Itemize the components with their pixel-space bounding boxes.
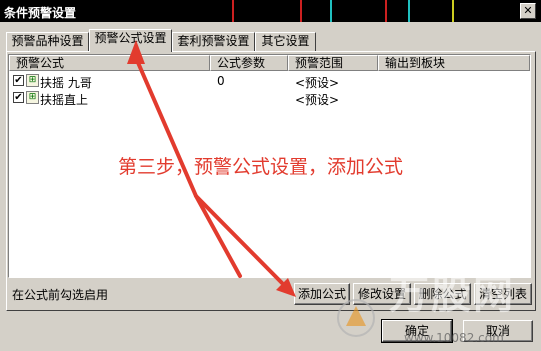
- watermark-brand: 万股网: [389, 272, 515, 318]
- chart-bar-deco: [408, 0, 410, 22]
- column-header-output-block[interactable]: 输出到板块: [378, 55, 530, 71]
- formula-param: 0: [217, 74, 225, 88]
- annotation-text: 第三步，预警公式设置，添加公式: [118, 156, 404, 178]
- tab-other-settings[interactable]: 其它设置: [255, 32, 316, 51]
- enable-checkbox[interactable]: ✔: [13, 92, 24, 103]
- tab-label: 预警公式设置: [94, 31, 167, 45]
- column-header-formula[interactable]: 预警公式: [9, 55, 210, 71]
- formula-name: 扶摇 九哥: [40, 76, 92, 90]
- title-bar: 条件预警设置 ✕: [0, 0, 541, 22]
- list-row[interactable]: ✔ ⊞ 扶摇直上 <预设>: [9, 90, 530, 107]
- tab-label: 其它设置: [261, 34, 310, 48]
- formula-icon: ⊞: [26, 91, 39, 104]
- watermark-logo-icon: [337, 299, 375, 337]
- formula-range: <预设>: [295, 76, 340, 90]
- chart-bar-deco: [300, 0, 302, 22]
- formula-range: <预设>: [295, 93, 340, 107]
- tab-variety-settings[interactable]: 预警品种设置: [6, 32, 89, 51]
- window-title: 条件预警设置: [4, 6, 77, 20]
- hint-text: 在公式前勾选启用: [12, 288, 109, 302]
- enable-checkbox[interactable]: ✔: [13, 75, 24, 86]
- tab-label: 预警品种设置: [11, 34, 84, 48]
- tab-formula-settings[interactable]: 预警公式设置: [89, 29, 172, 52]
- column-header-range[interactable]: 预警范围: [288, 55, 378, 71]
- tab-label: 套利预警设置: [177, 34, 250, 48]
- tab-arbitrage-settings[interactable]: 套利预警设置: [172, 32, 255, 51]
- list-row[interactable]: ✔ ⊞ 扶摇 九哥 0 <预设>: [9, 73, 530, 90]
- close-icon: ✕: [523, 4, 533, 17]
- chart-bar-deco: [330, 0, 332, 22]
- list-header: 预警公式 公式参数 预警范围 输出到板块: [9, 55, 530, 71]
- chart-bar-deco: [452, 0, 454, 22]
- chart-bar-deco: [385, 0, 387, 22]
- column-header-params[interactable]: 公式参数: [210, 55, 288, 71]
- formula-icon: ⊞: [26, 74, 39, 87]
- chart-bar-deco: [232, 0, 234, 22]
- close-button[interactable]: ✕: [520, 3, 536, 19]
- formula-name: 扶摇直上: [40, 93, 89, 107]
- watermark-url: www.10082.com: [404, 331, 504, 345]
